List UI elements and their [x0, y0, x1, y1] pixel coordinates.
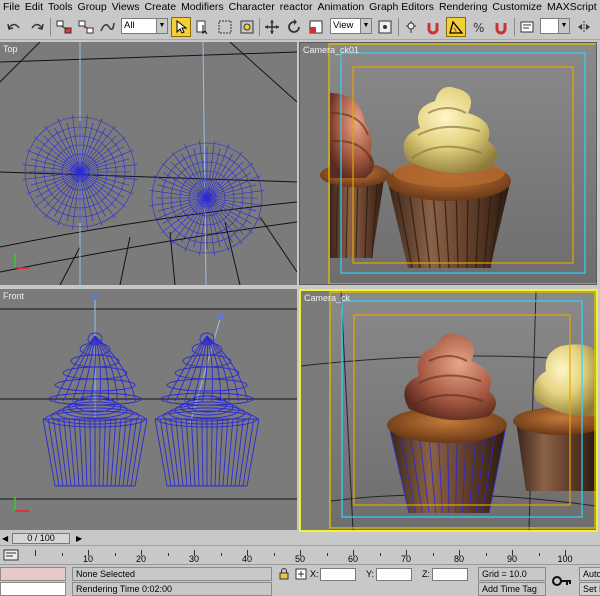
unlink-icon[interactable] — [76, 17, 96, 37]
cupcake-wireframe-front — [154, 332, 260, 487]
menu-item-maxscript[interactable]: MAXScript — [547, 1, 600, 13]
track-view-icon[interactable] — [3, 549, 19, 561]
named-selection-dropdown[interactable]: ▼ — [540, 18, 570, 34]
timeline-tick — [167, 553, 169, 556]
timeline-tick — [273, 553, 275, 556]
timeline-tick — [61, 553, 63, 556]
y-label: Y: — [366, 569, 375, 579]
select-by-name-icon[interactable] — [193, 17, 213, 37]
window-crossing-icon[interactable] — [237, 17, 257, 37]
time-slider-thumb[interactable]: 0 / 100 — [12, 533, 70, 544]
timeline-tick-label: 20 — [135, 554, 147, 564]
use-pivot-icon[interactable] — [375, 17, 395, 37]
z-field[interactable] — [432, 568, 468, 581]
percent-snap-icon[interactable]: % — [469, 17, 489, 37]
viewport-label: Camera_ck — [304, 293, 351, 303]
main-toolbar: All ▼ View ▼ % ▼ — [0, 14, 600, 40]
set-key-button[interactable]: Set K — [579, 582, 600, 596]
svg-text:%: % — [473, 21, 484, 35]
menu-item-graph-editors[interactable]: Graph Editors — [369, 1, 439, 13]
menu-item-modifiers[interactable]: Modifiers — [181, 1, 229, 13]
angle-snap-icon[interactable] — [446, 17, 466, 37]
menu-item-create[interactable]: Create — [145, 1, 182, 13]
timeline-tick-label: 50 — [294, 554, 306, 564]
menu-bar: File Edit Tools Group Views Create Modifiers Ch… — [0, 0, 600, 14]
timeline-tick-label: 90 — [506, 554, 518, 564]
set-key-icon[interactable] — [552, 574, 572, 588]
menu-item-edit[interactable]: Edit — [25, 1, 48, 13]
reference-coord-dropdown[interactable]: View ▼ — [330, 18, 372, 34]
maxscript-listener[interactable] — [0, 567, 66, 581]
move-icon[interactable] — [262, 17, 282, 37]
undo-icon[interactable] — [4, 17, 24, 37]
timeline-tick-label: 100 — [557, 554, 573, 564]
viewport-label: Top — [3, 44, 18, 54]
timeline-tick-label: 40 — [241, 554, 253, 564]
cupcake-wireframe-top — [22, 114, 138, 230]
menu-item-tools[interactable]: Tools — [48, 1, 78, 13]
named-selection-icon[interactable] — [517, 17, 537, 37]
scale-icon[interactable] — [306, 17, 326, 37]
rotate-icon[interactable] — [284, 17, 304, 37]
manipulate-icon[interactable] — [401, 17, 421, 37]
x-field[interactable] — [320, 568, 356, 581]
selection-filter-dropdown[interactable]: All ▼ — [121, 18, 168, 34]
timeline-tick — [538, 553, 540, 556]
menu-item-character[interactable]: Character — [229, 1, 280, 13]
add-time-tag-button[interactable]: Add Time Tag — [478, 582, 546, 596]
mirror-icon[interactable] — [574, 17, 594, 37]
y-field[interactable] — [376, 568, 412, 581]
menu-item-rendering[interactable]: Rendering — [439, 1, 492, 13]
track-bar[interactable]: 10 20 30 40 50 60 70 80 90 100 — [0, 545, 600, 564]
timeline-tick-label: 70 — [400, 554, 412, 564]
menu-item-reactor[interactable]: reactor — [280, 1, 318, 13]
timeline-tick-label: 10 — [82, 554, 94, 564]
time-slider[interactable]: ◀ 0 / 100 ▶ — [0, 532, 600, 545]
timeline-tick-label: 80 — [453, 554, 465, 564]
bind-space-warp-icon[interactable] — [97, 17, 117, 37]
absolute-mode-icon[interactable] — [295, 568, 307, 580]
auto-key-button[interactable]: Auto K — [579, 567, 600, 581]
timeline-tick — [432, 553, 434, 556]
select-link-icon[interactable] — [54, 17, 74, 37]
spinner-snap-icon[interactable] — [491, 17, 511, 37]
timeline-tick — [485, 553, 487, 556]
menu-item-customize[interactable]: Customize — [492, 1, 547, 13]
timeline-tick-label: 30 — [188, 554, 200, 564]
cupcake-wireframe-top — [149, 140, 265, 256]
snap-icon[interactable] — [423, 17, 443, 37]
timeline-tick — [326, 553, 328, 556]
timeline-tick — [220, 553, 222, 556]
selection-status: None Selected — [72, 567, 272, 581]
timeline-tick-label: 60 — [347, 554, 359, 564]
grid-status: Grid = 10.0 — [478, 567, 546, 581]
slider-right-arrow[interactable]: ▶ — [76, 534, 82, 543]
viewport-camera-1[interactable]: Camera_ck01 — [299, 42, 597, 285]
x-label: X: — [310, 569, 319, 579]
viewport-camera-2[interactable]: Camera_ck — [299, 289, 598, 532]
slider-left-arrow[interactable]: ◀ — [2, 534, 8, 543]
viewport-label: Camera_ck01 — [303, 45, 360, 55]
menu-item-views[interactable]: Views — [112, 1, 145, 13]
status-bar: None Selected Rendering Time 0:02:00 X: … — [0, 564, 600, 596]
lock-icon[interactable] — [278, 568, 290, 580]
rect-region-icon[interactable] — [215, 17, 235, 37]
viewport-label: Front — [3, 291, 25, 301]
timeline-tick — [114, 553, 116, 556]
timeline-tick — [35, 550, 36, 556]
menu-item-group[interactable]: Group — [78, 1, 112, 13]
redo-icon[interactable] — [27, 17, 47, 37]
viewport-front[interactable]: Front — [0, 289, 297, 530]
menu-item-file[interactable]: File — [3, 1, 25, 13]
menu-item-animation[interactable]: Animation — [317, 1, 369, 13]
select-object-icon[interactable] — [171, 17, 191, 37]
render-time-status: Rendering Time 0:02:00 — [72, 582, 272, 596]
timeline-tick — [379, 553, 381, 556]
z-label: Z: — [422, 569, 430, 579]
maxscript-input[interactable] — [0, 582, 66, 596]
viewport-top[interactable]: Top — [0, 42, 297, 285]
